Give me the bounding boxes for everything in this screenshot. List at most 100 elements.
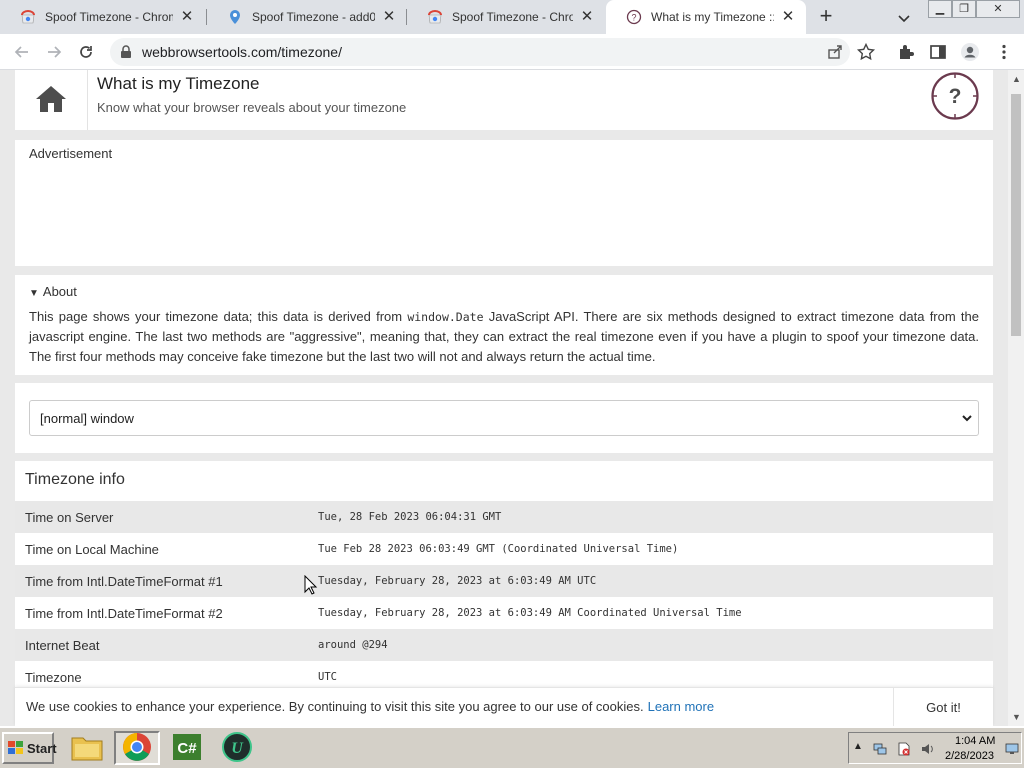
row-value: Tuesday, February 28, 2023 at 6:03:49 AM…	[318, 607, 742, 619]
browser-toolbar: webbrowsertools.com/timezone/	[0, 34, 1024, 70]
row-label: Internet Beat	[25, 637, 100, 653]
table-row: Time from Intl.DateTimeFormat #2 Tuesday…	[15, 597, 993, 629]
network-icon[interactable]	[873, 742, 887, 756]
start-button[interactable]: Start	[2, 732, 57, 764]
about-description: This page shows your timezone data; this…	[29, 307, 979, 367]
page-title: What is my Timezone	[97, 74, 260, 93]
u-logo-icon: U	[222, 731, 252, 765]
tab-title: Spoof Timezone - Chrome W	[452, 10, 573, 24]
about-code: window.Date	[407, 310, 484, 324]
page-subtitle: Know what your browser reveals about you…	[97, 100, 407, 115]
tab-title: Spoof Timezone - Chrome W	[45, 10, 173, 24]
about-text-part-1: This page shows your timezone data; this…	[29, 309, 408, 324]
svg-text:?: ?	[631, 13, 636, 23]
timezone-info-title: Timezone info	[25, 471, 125, 488]
system-tray: ▲ 1:04 AM 2/28/2023	[848, 732, 1022, 764]
security-warning-icon[interactable]	[897, 742, 911, 756]
back-arrow-icon[interactable]	[12, 42, 32, 62]
profile-avatar-icon[interactable]	[960, 42, 980, 62]
close-window-button[interactable]: ✕	[976, 0, 1020, 18]
chrome-webstore-icon	[20, 9, 36, 25]
windows-flag-icon	[8, 741, 24, 755]
about-section: ▼ About This page shows your timezone dat…	[15, 275, 993, 375]
about-toggle[interactable]: ▼ About	[29, 284, 77, 299]
advertisement-label: Advertisement	[29, 146, 113, 161]
cookie-consent-bar: We use cookies to enhance your experienc…	[15, 687, 993, 726]
row-value: around @294	[318, 639, 388, 651]
scroll-down-arrow-icon[interactable]: ▼	[1012, 712, 1021, 722]
tray-expand-icon[interactable]: ▲	[853, 741, 867, 755]
mode-select[interactable]: [normal] window	[29, 400, 979, 436]
side-panel-icon[interactable]	[928, 42, 948, 62]
row-label: Time from Intl.DateTimeFormat #2	[25, 605, 223, 621]
extensions-puzzle-icon[interactable]	[896, 42, 916, 62]
tab-what-is-my-timezone[interactable]: ? What is my Timezone :: We ✕	[606, 0, 806, 34]
tab-close-icon[interactable]: ✕	[179, 9, 195, 25]
forward-arrow-icon[interactable]	[44, 42, 64, 62]
tab-close-icon[interactable]: ✕	[579, 9, 595, 25]
site-header: What is my Timezone Know what your brows…	[15, 70, 993, 130]
start-label: Start	[27, 740, 57, 756]
chevron-down-icon	[960, 411, 974, 425]
question-circle-icon: ?	[626, 9, 642, 25]
tab-spoof-timezone-webstore-1[interactable]: Spoof Timezone - Chrome W ✕	[0, 0, 205, 34]
about-summary-label: About	[42, 284, 77, 299]
table-row: Time from Intl.DateTimeFormat #1 Tuesday…	[15, 565, 993, 597]
row-value: UTC	[318, 671, 337, 683]
kebab-menu-icon[interactable]	[994, 42, 1014, 62]
advertisement-panel: Advertisement	[15, 140, 993, 266]
row-label: Time on Local Machine	[25, 541, 159, 557]
tab-close-icon[interactable]: ✕	[780, 9, 796, 25]
table-row: Time on Server Tue, 28 Feb 2023 06:04:31…	[15, 501, 993, 533]
tab-title: What is my Timezone :: We	[651, 10, 774, 24]
cookie-text: We use cookies to enhance your experienc…	[26, 699, 644, 714]
home-button[interactable]	[15, 70, 88, 130]
triangle-down-icon: ▼	[29, 288, 39, 299]
chevron-down-icon[interactable]	[894, 8, 914, 28]
folder-icon	[71, 733, 103, 764]
url-text[interactable]: webbrowsertools.com/timezone/	[142, 44, 342, 60]
map-pin-icon	[227, 9, 243, 25]
volume-icon[interactable]	[921, 742, 935, 756]
svg-text:?: ?	[949, 85, 962, 108]
page-scrollbar[interactable]: ▲ ▼	[1008, 70, 1024, 726]
file-explorer-taskbar-button[interactable]	[64, 731, 110, 765]
new-tab-button[interactable]: +	[814, 5, 838, 29]
clock-time[interactable]: 1:04 AM	[955, 735, 995, 747]
share-icon[interactable]	[826, 43, 844, 61]
tab-title: Spoof Timezone - add0n.co	[252, 10, 375, 24]
ultra-taskbar-button[interactable]: U	[214, 731, 260, 765]
bookmark-star-icon[interactable]	[856, 42, 876, 62]
csharp-taskbar-button[interactable]: C#	[164, 731, 210, 765]
row-label: Timezone	[25, 669, 82, 685]
home-icon	[35, 84, 67, 117]
learn-more-link[interactable]: Learn more	[648, 699, 714, 714]
help-question-icon[interactable]: ?	[931, 72, 979, 120]
restore-button[interactable]: ❐	[952, 0, 976, 18]
table-row: Internet Beat around @294	[15, 629, 993, 661]
scroll-up-arrow-icon[interactable]: ▲	[1012, 74, 1021, 84]
reload-icon[interactable]	[76, 42, 96, 62]
got-it-button[interactable]: Got it!	[893, 688, 993, 726]
chrome-taskbar-button[interactable]	[114, 731, 160, 765]
svg-text:C#: C#	[177, 740, 197, 757]
svg-text:U: U	[231, 740, 244, 757]
chrome-webstore-icon	[427, 9, 443, 25]
mode-select-panel: [normal] window	[15, 383, 993, 453]
page-viewport: What is my Timezone Know what your brows…	[0, 70, 1008, 726]
lock-icon[interactable]	[120, 45, 132, 59]
mode-select-value: [normal] window	[40, 411, 134, 426]
tab-spoof-timezone-addon[interactable]: Spoof Timezone - add0n.co ✕	[207, 0, 407, 34]
tab-close-icon[interactable]: ✕	[381, 9, 397, 25]
row-label: Time on Server	[25, 509, 114, 525]
row-label: Time from Intl.DateTimeFormat #1	[25, 573, 223, 589]
show-desktop-icon[interactable]	[1005, 742, 1019, 756]
scrollbar-thumb[interactable]	[1011, 94, 1021, 336]
csharp-icon: C#	[172, 733, 202, 764]
clock-date[interactable]: 2/28/2023	[945, 750, 994, 762]
mouse-cursor-icon	[304, 574, 318, 595]
tab-spoof-timezone-webstore-2[interactable]: Spoof Timezone - Chrome W ✕	[407, 0, 605, 34]
browser-tab-strip: Spoof Timezone - Chrome W ✕ Spoof Timezo…	[0, 0, 1024, 34]
address-bar[interactable]: webbrowsertools.com/timezone/	[110, 38, 850, 66]
minimize-button[interactable]: ▁	[928, 0, 952, 18]
